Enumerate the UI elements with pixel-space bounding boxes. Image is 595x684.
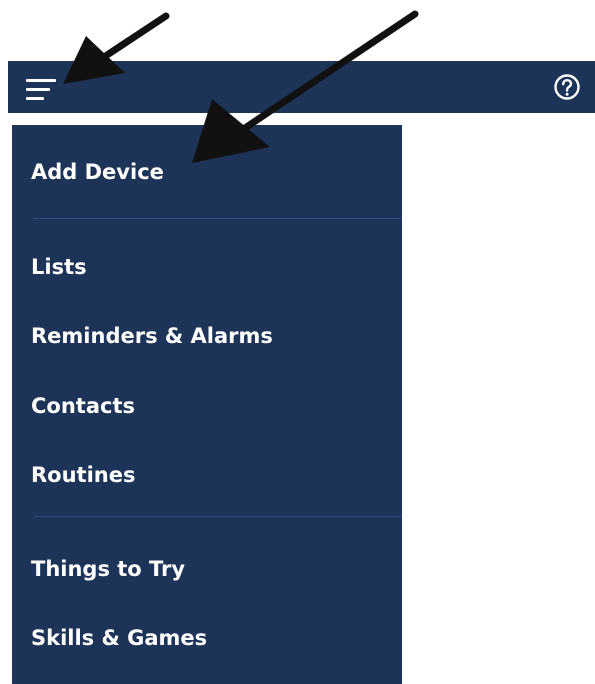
- menu-item-add-device[interactable]: Add Device: [31, 159, 164, 185]
- menu-item-lists[interactable]: Lists: [31, 254, 87, 280]
- help-question-icon[interactable]: [553, 73, 581, 101]
- hamburger-line: [26, 79, 56, 82]
- menu-divider: [34, 516, 402, 517]
- hamburger-menu-icon[interactable]: [26, 73, 60, 101]
- menu-item-reminders-alarms[interactable]: Reminders & Alarms: [31, 323, 273, 349]
- menu-item-skills-games[interactable]: Skills & Games: [31, 625, 207, 651]
- menu-divider: [34, 218, 402, 219]
- top-app-bar: [8, 61, 595, 113]
- menu-item-things-to-try[interactable]: Things to Try: [31, 556, 185, 582]
- hamburger-line: [26, 97, 44, 100]
- menu-item-contacts[interactable]: Contacts: [31, 393, 135, 419]
- hamburger-line: [26, 88, 50, 91]
- menu-item-routines[interactable]: Routines: [31, 462, 135, 488]
- navigation-menu-panel: Add Device Lists Reminders & Alarms Cont…: [12, 125, 402, 684]
